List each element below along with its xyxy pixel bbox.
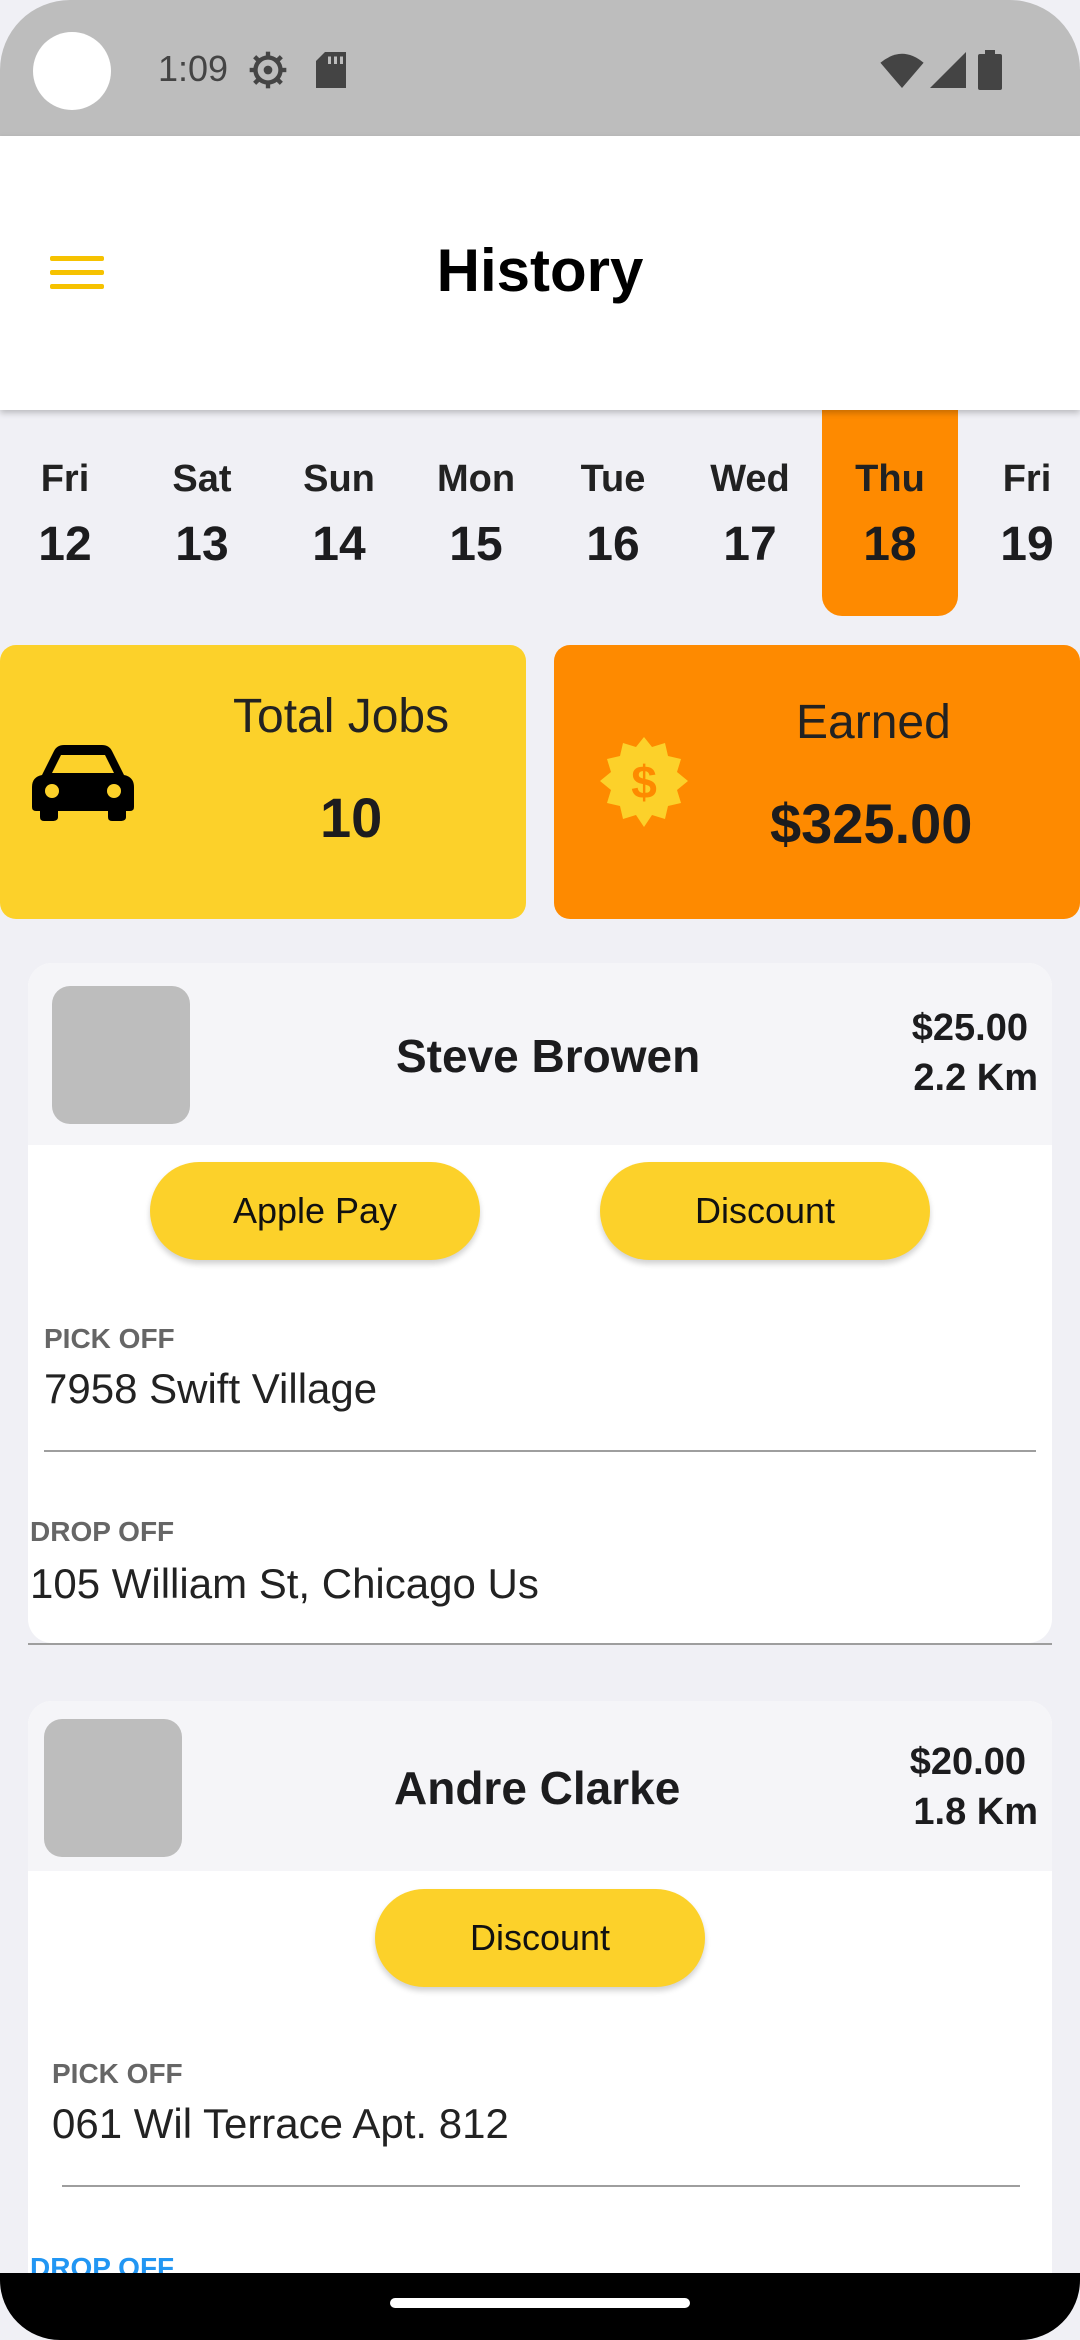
dollar-badge-icon: $ bbox=[600, 737, 688, 827]
day-date: 18 bbox=[863, 518, 917, 571]
day-item[interactable]: Mon 15 bbox=[408, 410, 544, 616]
ride-card[interactable]: Steve Browen $25.00 2.2 Km Apple Pay Dis… bbox=[28, 963, 1052, 1645]
day-name: Thu bbox=[855, 458, 925, 500]
pickup-label: PICK OFF bbox=[52, 2058, 183, 2089]
day-item[interactable]: Fri 19 bbox=[959, 410, 1080, 616]
divider bbox=[62, 2185, 1020, 2187]
discount-button[interactable]: Discount bbox=[375, 1889, 705, 1987]
day-selector: Fri 12 Sat 13 Sun 14 Mon 15 Tue 16 Wed 1… bbox=[0, 410, 1080, 620]
day-date: 16 bbox=[586, 518, 640, 571]
ride-price: $25.00 bbox=[911, 1007, 1028, 1049]
day-name: Sun bbox=[303, 458, 375, 500]
discount-button[interactable]: Discount bbox=[600, 1162, 930, 1260]
home-handle[interactable] bbox=[390, 2298, 690, 2308]
day-date: 17 bbox=[723, 518, 777, 571]
battery-icon bbox=[978, 50, 1002, 90]
day-item-selected[interactable]: Thu 18 bbox=[822, 410, 958, 616]
day-item[interactable]: Tue 16 bbox=[545, 410, 681, 616]
payment-method-button[interactable]: Apple Pay bbox=[150, 1162, 480, 1260]
day-item[interactable]: Fri 12 bbox=[0, 410, 133, 616]
day-date: 12 bbox=[38, 518, 92, 571]
earned-label: Earned bbox=[796, 696, 951, 749]
day-date: 15 bbox=[449, 518, 503, 571]
avatar bbox=[52, 986, 190, 1124]
divider bbox=[44, 1450, 1036, 1452]
ride-distance: 1.8 Km bbox=[913, 1791, 1038, 1833]
page-title: History bbox=[436, 237, 644, 304]
ride-distance: 2.2 Km bbox=[913, 1057, 1038, 1099]
divider bbox=[28, 1643, 1052, 1645]
pickup-label: PICK OFF bbox=[44, 1323, 175, 1354]
day-name: Tue bbox=[580, 458, 646, 500]
dropoff-address: 105 William St, Chicago Us bbox=[30, 1560, 539, 1607]
day-item[interactable]: Sun 14 bbox=[271, 410, 407, 616]
day-name: Mon bbox=[436, 458, 516, 500]
ride-card[interactable]: Andre Clarke $20.00 1.8 Km Discount PICK… bbox=[28, 1701, 1052, 2321]
day-date: 19 bbox=[1000, 518, 1054, 571]
camera-cutout bbox=[33, 32, 111, 110]
customer-name: Steve Browen bbox=[396, 1030, 701, 1082]
ride-card-header: Steve Browen $25.00 2.2 Km bbox=[28, 963, 1052, 1145]
day-item[interactable]: Sat 13 bbox=[134, 410, 270, 616]
status-time: 1:09 bbox=[158, 48, 229, 89]
avatar bbox=[44, 1719, 182, 1857]
day-name: Wed bbox=[710, 458, 790, 500]
earned-value: $325.00 bbox=[770, 792, 973, 855]
customer-name: Andre Clarke bbox=[394, 1762, 681, 1814]
day-name: Sat bbox=[172, 458, 232, 500]
day-name: Fri bbox=[40, 458, 90, 500]
signal-icon bbox=[930, 52, 966, 88]
ride-price: $20.00 bbox=[909, 1741, 1026, 1783]
sd-card-icon bbox=[316, 52, 346, 88]
status-bar: 1:09 bbox=[0, 0, 1080, 136]
car-icon bbox=[32, 745, 134, 821]
total-jobs-label: Total Jobs bbox=[233, 690, 450, 743]
total-jobs-value: 10 bbox=[320, 786, 383, 849]
day-name: Fri bbox=[1002, 458, 1052, 500]
earned-card: $ Earned $325.00 bbox=[554, 645, 1080, 919]
day-item[interactable]: Wed 17 bbox=[682, 410, 818, 616]
pickup-address: 061 Wil Terrace Apt. 812 bbox=[52, 2100, 509, 2147]
total-jobs-card: Total Jobs 10 bbox=[0, 645, 526, 919]
wifi-icon bbox=[880, 53, 924, 88]
svg-text:$: $ bbox=[631, 756, 657, 808]
ride-card-header: Andre Clarke $20.00 1.8 Km bbox=[28, 1701, 1052, 1871]
pickup-address: 7958 Swift Village bbox=[44, 1365, 378, 1412]
day-date: 14 bbox=[312, 518, 366, 571]
settings-icon bbox=[249, 51, 287, 89]
day-date: 13 bbox=[175, 518, 229, 571]
dropoff-label: DROP OFF bbox=[30, 1516, 175, 1547]
